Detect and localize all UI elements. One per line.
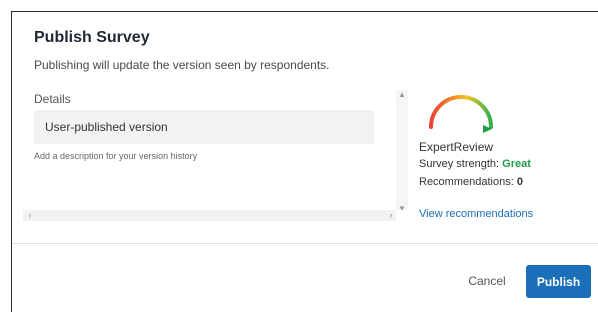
expert-review-panel: ExpertReview Survey strength: Great Reco… [417,87,587,237]
version-name-input[interactable] [34,110,374,144]
publish-button[interactable]: Publish [526,265,591,298]
vertical-scrollbar[interactable]: ▲ ▼ [396,90,408,214]
details-label: Details [34,92,71,106]
expert-review-title: ExpertReview [419,140,494,154]
details-pane[interactable]: Details Add a description for your versi… [23,86,408,221]
recommendations-count: Recommendations: 0 [419,176,523,188]
scroll-up-icon[interactable]: ▲ [396,90,408,100]
scroll-right-icon[interactable]: › [386,210,396,221]
strength-gauge-icon [429,95,493,133]
footer-divider [12,243,598,244]
scroll-left-icon[interactable]: ‹ [25,210,35,221]
recommendations-label: Recommendations: [419,176,517,188]
cancel-button[interactable]: Cancel [462,266,512,296]
survey-strength-label: Survey strength: [419,158,503,170]
dialog-title: Publish Survey [34,29,150,46]
horizontal-scrollbar[interactable]: ‹ › [23,210,396,221]
view-recommendations-link[interactable]: View recommendations [419,208,533,220]
publish-survey-dialog: Publish Survey Publishing will update th… [11,11,598,312]
recommendations-value: 0 [516,176,523,188]
scrollbar-corner [396,210,408,221]
description-hint: Add a description for your version histo… [34,151,198,161]
dialog-subtitle: Publishing will update the version seen … [34,58,330,72]
survey-strength: Survey strength: Great [419,158,531,170]
survey-strength-value: Great [502,158,531,170]
